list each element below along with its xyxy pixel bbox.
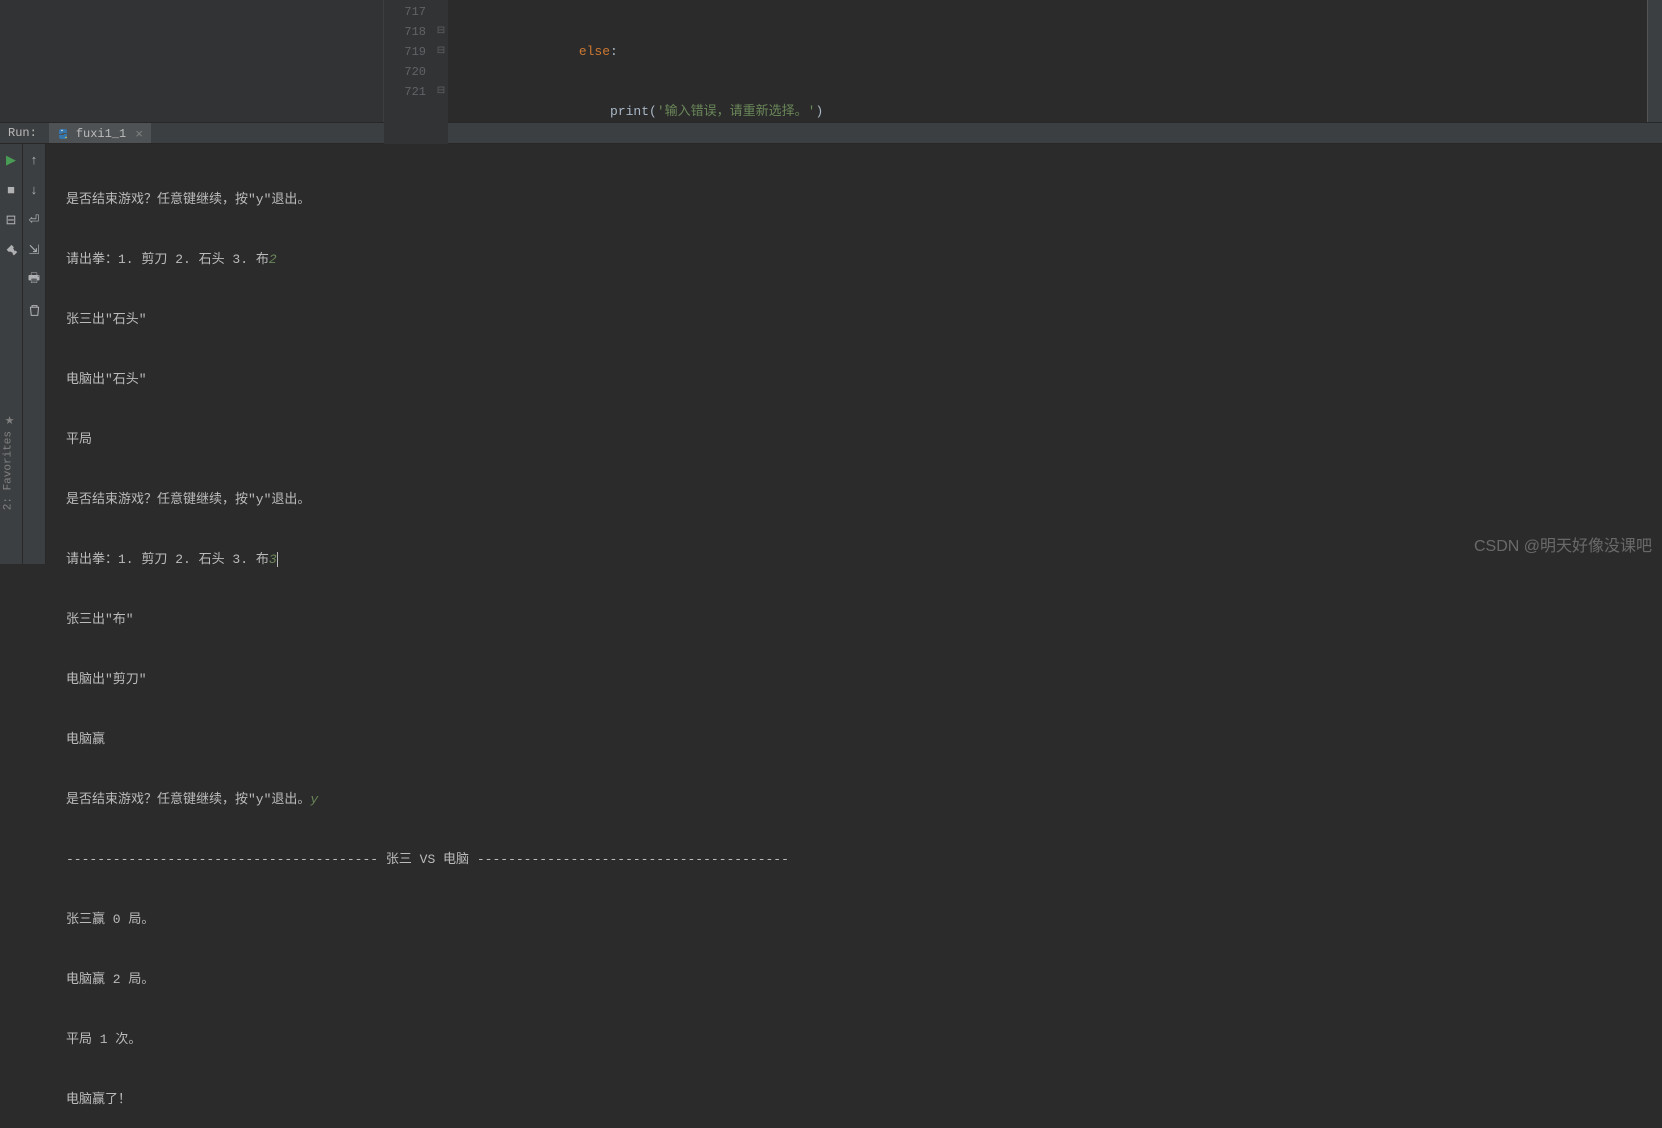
editor-section: 717 718 719 720 721 ⊟ ⊟ ⊟ else: print('输… [0,0,1662,122]
python-icon [57,127,71,141]
print-icon[interactable]: 🖶 [26,272,42,288]
output-line: 张三赢 0 局。 [66,910,1642,930]
output-line: 是否结束游戏？任意键继续，按"y"退出。y [66,790,1642,810]
scroll-icon[interactable]: ⇲ [26,242,42,258]
run-tab[interactable]: fuxi1_1 × [49,123,151,143]
favorites-tab[interactable]: 2: Favorites ★ [0,410,17,514]
tool-column-2: ↑ ↓ ⏎ ⇲ 🖶 [23,144,46,564]
output-line: 电脑赢 [66,730,1642,750]
output-line: 电脑出"剪刀" [66,670,1642,690]
output-line: 张三出"布" [66,610,1642,630]
line-number[interactable]: 718 [384,22,426,42]
down-arrow-icon[interactable]: ↓ [26,182,42,198]
trash-icon[interactable] [26,302,42,318]
fold-end-icon[interactable]: ⊟ [434,22,448,42]
output-line: 平局 [66,430,1642,450]
star-icon: ★ [2,414,15,427]
pin-icon[interactable] [3,242,19,258]
output-line: 是否结束游戏？任意键继续，按"y"退出。 [66,190,1642,210]
stop-icon[interactable]: ■ [3,182,19,198]
output-line: 电脑赢 2 局。 [66,970,1642,990]
close-icon[interactable]: × [135,127,143,142]
line-number[interactable]: 719 [384,42,426,62]
left-panel [0,0,384,122]
up-arrow-icon[interactable]: ↑ [26,152,42,168]
fold-start-icon[interactable]: ⊟ [434,42,448,62]
rerun-icon[interactable]: ▶ [3,152,19,168]
output-line: 请出拳：1. 剪刀 2. 石头 3. 布2 [66,250,1642,270]
output-line: ----------------------------------------… [66,850,1642,870]
line-number[interactable]: 721 [384,82,426,102]
output-line: 平局 1 次。 [66,1030,1642,1050]
line-number[interactable]: 720 [384,62,426,82]
layout-icon[interactable]: ⊟ [3,212,19,228]
output-line: 是否结束游戏？任意键继续，按"y"退出。 [66,490,1642,510]
right-gutter [1647,0,1662,122]
output-line: 电脑赢了！ [66,1090,1642,1110]
output-line: 电脑出"石头" [66,370,1642,390]
watermark: CSDN @明天好像没课吧 [1474,532,1652,556]
run-label: Run: [0,126,49,140]
console-area: ▶ ■ ⊟ ↑ ↓ ⏎ ⇲ 🖶 是否结束游戏？任意键继续，按"y"退出。 请出拳… [0,144,1662,564]
keyword-else: else [579,44,610,59]
output-line: 张三出"石头" [66,310,1642,330]
code-editor[interactable]: 717 718 719 720 721 ⊟ ⊟ ⊟ else: print('输… [384,0,1647,122]
wrap-icon[interactable]: ⏎ [26,212,42,228]
output-line: 请出拳：1. 剪刀 2. 石头 3. 布3 [66,550,1642,570]
run-tab-label: fuxi1_1 [76,127,126,141]
line-number[interactable]: 717 [384,2,426,22]
console-output[interactable]: 是否结束游戏？任意键继续，按"y"退出。 请出拳：1. 剪刀 2. 石头 3. … [46,144,1662,564]
fold-start-icon[interactable]: ⊟ [434,82,448,102]
